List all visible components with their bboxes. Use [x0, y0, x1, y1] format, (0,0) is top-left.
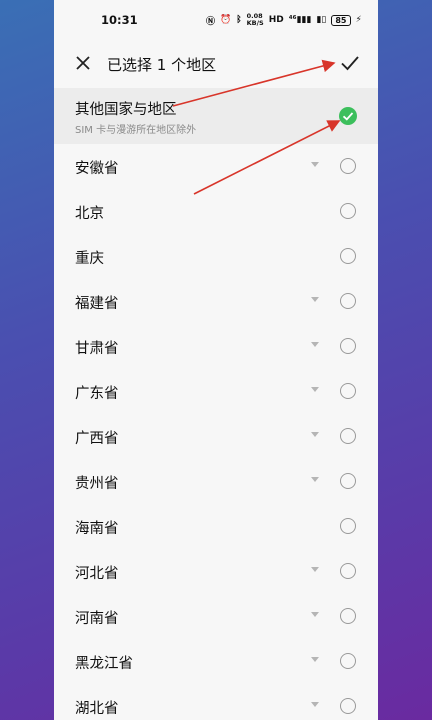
region-item[interactable]: 重庆	[54, 234, 378, 279]
net-speed: 0.08 KB/S	[247, 13, 264, 27]
check-icon	[341, 56, 359, 71]
phone-screen: 10:31 Ⓝ ⏰ ᛒ 0.08 KB/S HD ⁴⁶▮▮▮ ▮▯ 85 ⚡ 已…	[54, 0, 378, 720]
radio-button[interactable]	[340, 203, 356, 219]
expand-chevron-icon[interactable]	[311, 387, 319, 392]
alarm-icon: ⏰	[220, 15, 232, 25]
region-label: 甘肃省	[75, 341, 119, 357]
charging-icon: ⚡	[355, 15, 362, 25]
region-label: 黑龙江省	[75, 656, 133, 672]
signal-label: ⁴⁶	[288, 15, 297, 25]
battery-level: 85	[335, 15, 347, 25]
region-label: 其他国家与地区	[75, 102, 177, 118]
bluetooth-icon: ᛒ	[236, 15, 242, 25]
nfc-icon: Ⓝ	[206, 16, 216, 27]
page-title: 已选择 1 个地区	[107, 56, 217, 74]
region-label: 广西省	[75, 431, 119, 447]
status-time: 10:31	[101, 13, 138, 27]
radio-button[interactable]	[340, 563, 356, 579]
region-item[interactable]: 贵州省	[54, 459, 378, 504]
expand-chevron-icon[interactable]	[311, 567, 319, 572]
header: 已选择 1 个地区	[54, 40, 378, 88]
region-item[interactable]: 广东省	[54, 369, 378, 414]
battery-icon: 85	[331, 14, 351, 26]
region-label: 河北省	[75, 566, 119, 582]
expand-chevron-icon[interactable]	[311, 702, 319, 707]
region-label: 湖北省	[75, 701, 119, 717]
confirm-button[interactable]	[338, 51, 362, 75]
region-label: 海南省	[75, 521, 119, 537]
region-item[interactable]: 广西省	[54, 414, 378, 459]
region-item[interactable]: 福建省	[54, 279, 378, 324]
region-item[interactable]: 湖北省	[54, 684, 378, 720]
close-icon	[76, 56, 90, 70]
region-label: 重庆	[75, 251, 104, 267]
region-item[interactable]: 河南省	[54, 594, 378, 639]
radio-button[interactable]	[340, 473, 356, 489]
region-list: 其他国家与地区 SIM 卡与漫游所在地区除外安徽省北京重庆福建省甘肃省广东省广西省…	[54, 88, 378, 720]
region-label: 广东省	[75, 386, 119, 402]
radio-button[interactable]	[340, 338, 356, 354]
hd-icon: HD	[268, 15, 284, 25]
expand-chevron-icon[interactable]	[311, 612, 319, 617]
status-icons: Ⓝ ⏰ ᛒ 0.08 KB/S HD ⁴⁶▮▮▮ ▮▯ 85 ⚡	[206, 13, 362, 27]
radio-button[interactable]	[340, 293, 356, 309]
region-item[interactable]: 安徽省	[54, 144, 378, 189]
radio-button[interactable]	[340, 653, 356, 669]
radio-button[interactable]	[340, 383, 356, 399]
radio-button[interactable]	[340, 698, 356, 714]
region-sublabel: SIM 卡与漫游所在地区除外	[75, 125, 197, 136]
radio-button[interactable]	[340, 518, 356, 534]
region-item[interactable]: 海南省	[54, 504, 378, 549]
checked-circle-icon[interactable]	[339, 107, 357, 125]
region-label: 河南省	[75, 611, 119, 627]
expand-chevron-icon[interactable]	[311, 342, 319, 347]
region-item[interactable]: 北京	[54, 189, 378, 234]
expand-chevron-icon[interactable]	[311, 657, 319, 662]
expand-chevron-icon[interactable]	[311, 297, 319, 302]
region-item[interactable]: 甘肃省	[54, 324, 378, 369]
region-label: 贵州省	[75, 476, 119, 492]
radio-button[interactable]	[340, 248, 356, 264]
region-label: 北京	[75, 206, 104, 222]
radio-button[interactable]	[340, 158, 356, 174]
radio-button[interactable]	[340, 608, 356, 624]
expand-chevron-icon[interactable]	[311, 162, 319, 167]
signal-icon: ⁴⁶▮▮▮	[288, 15, 312, 25]
region-label: 安徽省	[75, 161, 119, 177]
status-bar: 10:31 Ⓝ ⏰ ᛒ 0.08 KB/S HD ⁴⁶▮▮▮ ▮▯ 85 ⚡	[54, 0, 378, 38]
expand-chevron-icon[interactable]	[311, 477, 319, 482]
close-button[interactable]	[72, 52, 94, 74]
wifi-icon: ▮▯	[316, 15, 327, 25]
region-label: 福建省	[75, 296, 119, 312]
radio-button[interactable]	[340, 428, 356, 444]
region-item[interactable]: 河北省	[54, 549, 378, 594]
expand-chevron-icon[interactable]	[311, 432, 319, 437]
net-speed-unit: KB/S	[246, 19, 264, 27]
region-item[interactable]: 黑龙江省	[54, 639, 378, 684]
region-item[interactable]: 其他国家与地区 SIM 卡与漫游所在地区除外	[54, 88, 378, 144]
